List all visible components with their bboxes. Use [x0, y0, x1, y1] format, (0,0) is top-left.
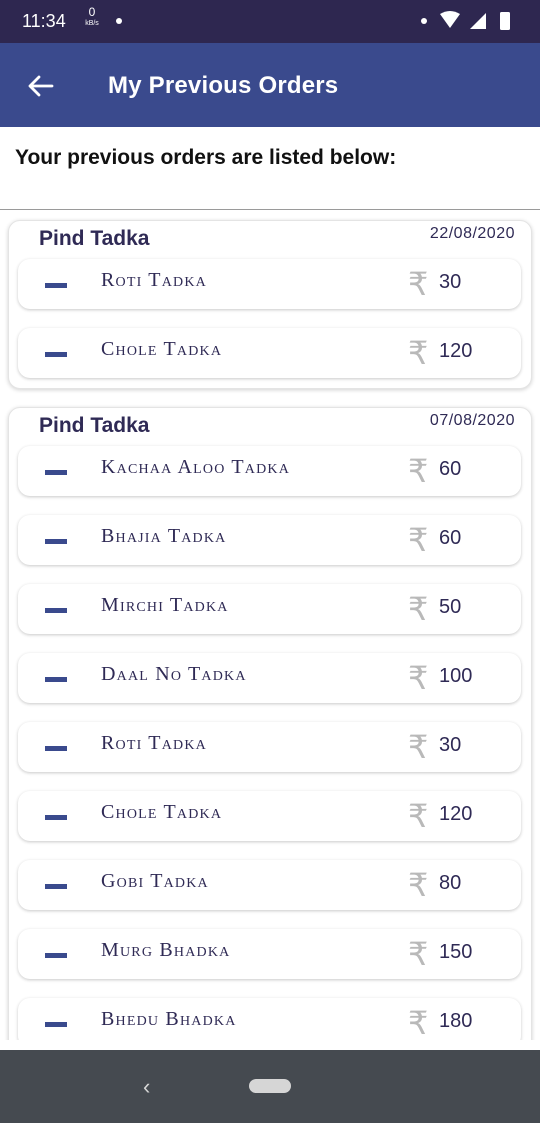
order-item[interactable]: Gobi Tadka ₹80: [18, 860, 521, 910]
bullet-dash-icon: [45, 746, 67, 751]
item-price: 60: [439, 527, 462, 549]
item-price: 180: [439, 1010, 473, 1032]
bullet-dash-icon: [45, 539, 67, 544]
orders-subtitle: Your previous orders are listed below:: [15, 146, 397, 169]
item-name: Kachaa Aloo Tadka: [101, 456, 291, 478]
bullet-dash-icon: [45, 283, 67, 288]
rupee-icon: ₹: [408, 797, 429, 835]
item-name: Murg Bhadka: [101, 939, 231, 961]
rupee-icon: ₹: [408, 728, 429, 766]
bullet-dash-icon: [45, 884, 67, 889]
order-item[interactable]: Kachaa Aloo Tadka ₹60: [18, 446, 521, 496]
cell-signal-icon: [470, 13, 486, 29]
app-bar: My Previous Orders: [0, 43, 540, 127]
order-date: 22/08/2020: [429, 225, 515, 242]
item-name: Chole Tadka: [101, 338, 223, 360]
order-item[interactable]: Bhajia Tadka ₹60: [18, 515, 521, 565]
order-item[interactable]: Mirchi Tadka ₹50: [18, 584, 521, 634]
rupee-icon: ₹: [408, 334, 429, 372]
status-icons-svg: [440, 11, 510, 30]
item-price: 30: [439, 734, 462, 756]
item-name: Chole Tadka: [101, 801, 223, 823]
item-name: Roti Tadka: [101, 269, 207, 291]
nav-home-pill-icon[interactable]: [249, 1079, 291, 1093]
item-price: 150: [439, 941, 473, 963]
bullet-dash-icon: [45, 470, 67, 475]
item-name: Roti Tadka: [101, 732, 207, 754]
item-name: Daal No Tadka: [101, 663, 247, 685]
bullet-dash-icon: [45, 1022, 67, 1027]
item-price: 120: [439, 803, 473, 825]
order-shop-name: Pind Tadka: [39, 227, 150, 250]
wifi-icon: [440, 11, 460, 28]
order-card: Pind Tadka 07/08/2020 Kachaa Aloo Tadka ₹60…: [8, 407, 532, 1040]
order-item[interactable]: Daal No Tadka ₹100: [18, 653, 521, 703]
order-date: 07/08/2020: [429, 412, 515, 429]
rupee-icon: ₹: [408, 659, 429, 697]
rupee-icon: ₹: [408, 935, 429, 973]
item-name: Gobi Tadka: [101, 870, 209, 892]
network-speed-value: 0: [88, 5, 96, 19]
item-name: Bhedu Bhadka: [101, 1008, 237, 1030]
order-item[interactable]: Roti Tadka ₹30: [18, 259, 521, 309]
order-shop-name: Pind Tadka: [39, 414, 150, 437]
item-price: 30: [439, 271, 462, 293]
status-icons: [438, 10, 520, 32]
item-price: 100: [439, 665, 473, 687]
status-time: 11:34: [22, 11, 66, 31]
notification-dot-icon: [116, 18, 122, 24]
rupee-icon: ₹: [408, 265, 429, 303]
battery-icon: [500, 12, 510, 30]
order-card: Pind Tadka 22/08/2020 Roti Tadka ₹30 Chole T…: [8, 220, 532, 389]
item-price: 80: [439, 872, 462, 894]
rupee-icon: ₹: [408, 1004, 429, 1040]
back-arrow-icon[interactable]: [26, 71, 56, 101]
rupee-icon: ₹: [408, 452, 429, 490]
rupee-icon: ₹: [408, 590, 429, 628]
order-item[interactable]: Murg Bhadka ₹150: [18, 929, 521, 979]
bullet-dash-icon: [45, 815, 67, 820]
dot-icon: [421, 18, 427, 24]
rupee-icon: ₹: [408, 866, 429, 904]
order-item[interactable]: Bhedu Bhadka ₹180: [18, 998, 521, 1040]
bullet-dash-icon: [45, 608, 67, 613]
system-nav-bar: ‹: [0, 1050, 540, 1123]
item-name: Bhajia Tadka: [101, 525, 227, 547]
bullet-dash-icon: [45, 677, 67, 682]
page-title: My Previous Orders: [108, 72, 339, 99]
order-item[interactable]: Chole Tadka ₹120: [18, 328, 521, 378]
item-name: Mirchi Tadka: [101, 594, 229, 616]
bullet-dash-icon: [45, 953, 67, 958]
network-speed: 0 kB/s: [82, 5, 102, 28]
bullet-dash-icon: [45, 352, 67, 357]
order-item[interactable]: Chole Tadka ₹120: [18, 791, 521, 841]
orders-list[interactable]: Pind Tadka 22/08/2020 Roti Tadka ₹30 Chole T…: [0, 210, 540, 1040]
item-price: 60: [439, 458, 462, 480]
item-price: 50: [439, 596, 462, 618]
status-bar: 11:34 0 kB/s: [0, 0, 540, 43]
nav-back-icon[interactable]: ‹: [143, 1074, 150, 1100]
order-item[interactable]: Roti Tadka ₹30: [18, 722, 521, 772]
rupee-icon: ₹: [408, 521, 429, 559]
network-speed-unit: kB/s: [85, 20, 99, 27]
item-price: 120: [439, 340, 473, 362]
